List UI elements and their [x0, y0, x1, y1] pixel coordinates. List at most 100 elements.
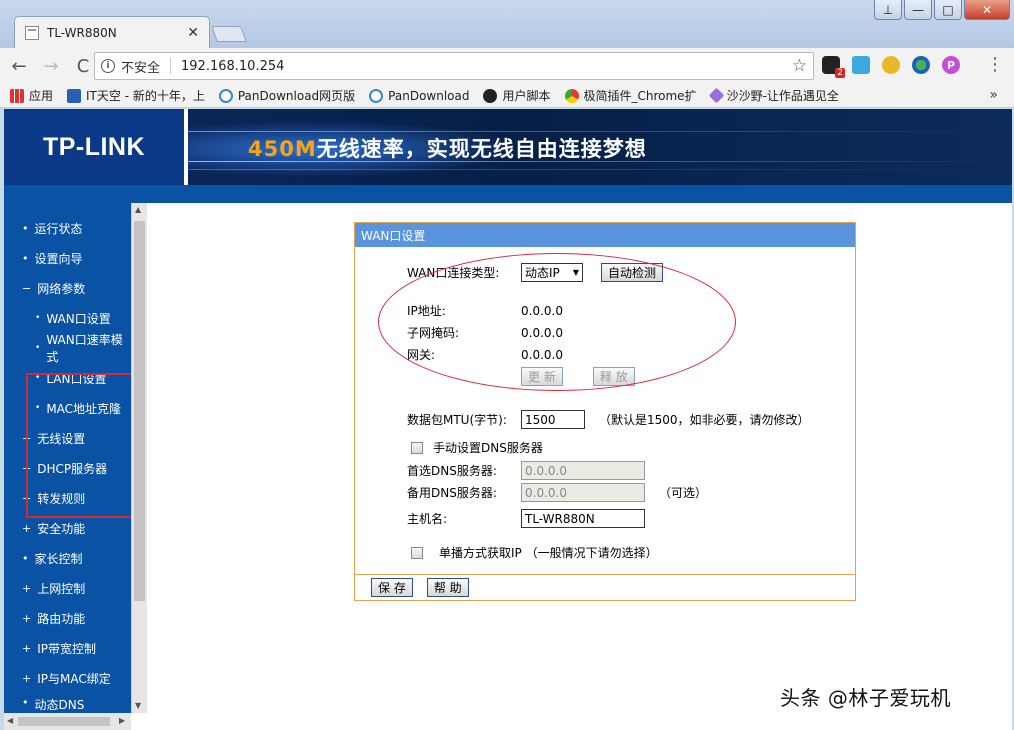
bookmark-chrome-plugins[interactable]: 极简插件_Chrome扩	[564, 87, 697, 104]
menu-bullet: −	[22, 281, 32, 295]
help-button[interactable]: 帮 助	[426, 578, 469, 597]
bookmarks-bar: 应用 IT天空 - 新的十年，上 PanDownload网页版 PanDownl…	[0, 84, 1014, 108]
extension-4-icon[interactable]	[912, 56, 930, 74]
panel-footer: 保 存 帮 助	[355, 574, 855, 600]
dns1-row: 首选DNS服务器: 0.0.0.0	[407, 461, 645, 480]
bookmark-label: 应用	[29, 89, 54, 103]
menu-wan-settings[interactable]: • WAN口设置	[4, 303, 131, 333]
forward-button[interactable]: →	[38, 53, 64, 79]
menu-run-status[interactable]: • 运行状态	[4, 213, 131, 243]
bookmark-user-scripts[interactable]: 用户脚本	[483, 87, 551, 104]
address-bar[interactable]: i 不安全 192.168.10.254 ☆	[94, 52, 814, 80]
menu-label: WAN口设置	[46, 311, 111, 326]
router-page: TP-LINK 450M无线速率，实现无线自由连接梦想 • 运行状态 • 设置向导 …	[4, 109, 1012, 730]
bookmark-shashaye[interactable]: 沙沙野-让作品遇见全	[708, 87, 839, 104]
scroll-up-icon[interactable]: ▲	[135, 205, 141, 214]
tplink-logo: TP-LINK	[42, 132, 146, 161]
cloud-icon	[218, 88, 233, 103]
hostname-input[interactable]: TL-WR880N	[521, 509, 645, 528]
menu-bullet: +	[22, 521, 32, 535]
bookmark-label: 极简插件_Chrome扩	[583, 89, 697, 103]
bookmark-star-icon[interactable]: ☆	[792, 56, 807, 76]
extension-2-icon[interactable]	[852, 56, 870, 74]
mtu-input[interactable]: 1500	[521, 410, 585, 429]
hscroll-thumb[interactable]	[18, 717, 110, 726]
menu-label: 安全功能	[37, 521, 86, 536]
manual-dns-row: 手动设置DNS服务器	[411, 439, 543, 456]
dns1-label: 首选DNS服务器:	[407, 464, 497, 478]
menu-routing[interactable]: + 路由功能	[4, 603, 131, 633]
banner-art: 450M无线速率，实现无线自由连接梦想	[188, 109, 1012, 185]
window-close-button[interactable]: ✕	[964, 0, 1010, 20]
security-label[interactable]: 不安全	[121, 57, 160, 76]
tab-close-icon[interactable]: ✕	[187, 25, 199, 41]
restore-icon[interactable]: ⊥	[874, 0, 902, 20]
bookmark-it-sky[interactable]: IT天空 - 新的十年，上	[67, 87, 205, 104]
scroll-thumb[interactable]	[134, 221, 145, 601]
extension-3-icon[interactable]	[882, 56, 900, 74]
slogan-text: 无线速率，实现无线自由连接梦想	[316, 137, 647, 161]
dns2-hint: （可选）	[659, 486, 708, 500]
save-button[interactable]: 保 存	[371, 578, 413, 597]
dns2-input[interactable]: 0.0.0.0	[521, 483, 645, 502]
menu-bullet: •	[22, 551, 29, 565]
scroll-left-icon[interactable]: ◀	[7, 716, 13, 725]
sidebar-scrollbar[interactable]: ▲ ▼	[131, 203, 147, 713]
extension-p-icon[interactable]: P	[942, 56, 960, 74]
router-banner: TP-LINK 450M无线速率，实现无线自由连接梦想	[4, 109, 1012, 185]
browser-menu-icon[interactable]: ⋮	[986, 54, 1004, 75]
menu-ip-mac-binding[interactable]: + IP与MAC绑定	[4, 663, 131, 693]
menu-label: 运行状态	[34, 221, 83, 236]
bookmark-apps[interactable]: 应用	[10, 87, 53, 104]
url-text[interactable]: 192.168.10.254	[181, 59, 792, 74]
bookmark-pandownload-web[interactable]: PanDownload网页版	[218, 87, 356, 104]
mtu-hint: （默认是1500，如非必要，请勿修改）	[599, 413, 810, 427]
menu-access-control[interactable]: + 上网控制	[4, 573, 131, 603]
info-icon[interactable]: i	[101, 59, 115, 73]
scroll-right-icon[interactable]: ▶	[119, 716, 125, 725]
sasha-icon	[708, 87, 724, 104]
logo-box: TP-LINK	[4, 109, 184, 185]
scroll-down-icon[interactable]: ▼	[135, 701, 141, 710]
menu-bullet: +	[22, 671, 32, 685]
browser-tab[interactable]: TL-WR880N ✕	[14, 16, 210, 48]
dns2-row: 备用DNS服务器: 0.0.0.0 （可选）	[407, 483, 707, 502]
extension-1-icon[interactable]: 2	[822, 56, 845, 78]
new-tab-button[interactable]	[211, 26, 247, 42]
menu-bullet: +	[22, 581, 32, 595]
menu-label: IP与MAC绑定	[37, 671, 111, 686]
cloud-icon	[369, 88, 384, 103]
minimize-button[interactable]: —	[904, 0, 932, 20]
router-sidebar: • 运行状态 • 设置向导 − 网络参数 • WAN口设置 • WAN口速率模式 • LAN…	[4, 203, 134, 713]
bookmark-label: PanDownload网页版	[237, 89, 356, 103]
menu-ddns[interactable]: • 动态DNS	[4, 693, 131, 711]
menu-parental[interactable]: • 家长控制	[4, 543, 131, 573]
menu-network-params[interactable]: − 网络参数	[4, 273, 131, 303]
dns1-input[interactable]: 0.0.0.0	[521, 461, 645, 480]
menu-bullet: +	[22, 641, 32, 655]
unicast-row: 单播方式获取IP （一般情况下请勿选择）	[411, 544, 658, 561]
menu-label: IP带宽控制	[37, 641, 96, 656]
panel-title: WAN口设置	[355, 223, 855, 247]
menu-bandwidth[interactable]: + IP带宽控制	[4, 633, 131, 663]
sidebar-hscrollbar[interactable]: ◀ ▶	[4, 713, 131, 730]
window-controls: ⊥ — □ ✕	[874, 0, 1010, 20]
annotation-highlight-box	[26, 373, 134, 518]
menu-wan-speed-mode[interactable]: • WAN口速率模式	[4, 333, 131, 364]
menu-label: 设置向导	[34, 251, 83, 266]
extensions-area: 2 P	[822, 56, 960, 78]
bookmark-label: PanDownload	[388, 88, 470, 103]
maximize-button[interactable]: □	[934, 0, 962, 20]
tab-title: TL-WR880N	[47, 25, 117, 40]
reload-button[interactable]: C	[70, 53, 96, 79]
unicast-checkbox[interactable]	[411, 546, 423, 559]
manual-dns-checkbox[interactable]	[411, 441, 423, 454]
bookmark-label: 沙沙野-让作品遇见全	[726, 89, 839, 103]
menu-setup-wizard[interactable]: • 设置向导	[4, 243, 131, 273]
slogan-highlight: 450M	[248, 137, 317, 161]
back-button[interactable]: ←	[6, 53, 32, 79]
bookmarks-more-icon[interactable]: »	[989, 87, 998, 103]
bookmark-pandownload[interactable]: PanDownload	[369, 88, 470, 103]
browser-titlebar: TL-WR880N ✕ ⊥ — □ ✕	[0, 0, 1014, 48]
banner-streak	[188, 131, 1012, 132]
